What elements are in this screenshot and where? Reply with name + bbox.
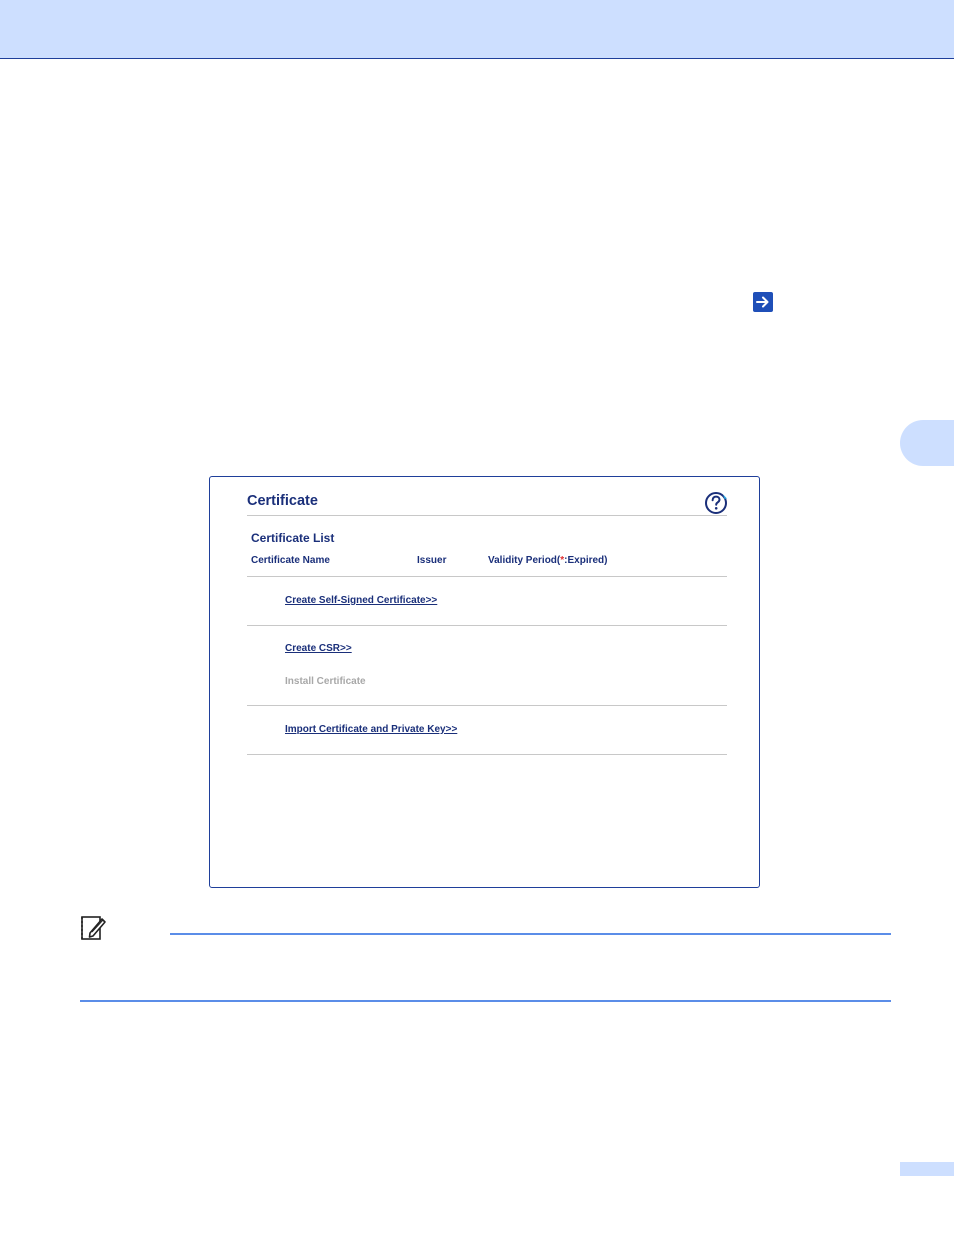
create-self-signed-certificate-link[interactable]: Create Self-Signed Certificate>>: [285, 595, 437, 606]
validity-label: Validity Period(: [488, 555, 561, 566]
divider: [247, 754, 727, 755]
import-certificate-and-private-key-link[interactable]: Import Certificate and Private Key>>: [285, 724, 457, 735]
dialog-title: Certificate: [247, 493, 318, 509]
page-number-box: [900, 1162, 954, 1176]
note-pencil-icon: [81, 916, 106, 940]
column-certificate-name: Certificate Name: [251, 555, 330, 566]
note-rule-top: [170, 933, 891, 935]
arrow-right-icon: [753, 292, 773, 312]
column-issuer: Issuer: [417, 555, 447, 566]
divider: [247, 625, 727, 626]
chapter-tab: [900, 420, 954, 466]
certificate-dialog: Certificate Certificate List Certificate…: [209, 476, 760, 888]
column-validity-period: Validity Period(*:Expired): [488, 555, 608, 566]
divider: [247, 515, 727, 516]
install-certificate-disabled: Install Certificate: [285, 676, 366, 687]
divider: [247, 576, 727, 577]
divider: [247, 705, 727, 706]
create-csr-link[interactable]: Create CSR>>: [285, 643, 352, 654]
note-rule-bottom: [80, 1000, 891, 1002]
validity-suffix: :Expired): [564, 555, 608, 566]
certificate-list-title: Certificate List: [251, 531, 335, 545]
header-band: [0, 0, 954, 59]
help-icon[interactable]: [704, 491, 728, 515]
